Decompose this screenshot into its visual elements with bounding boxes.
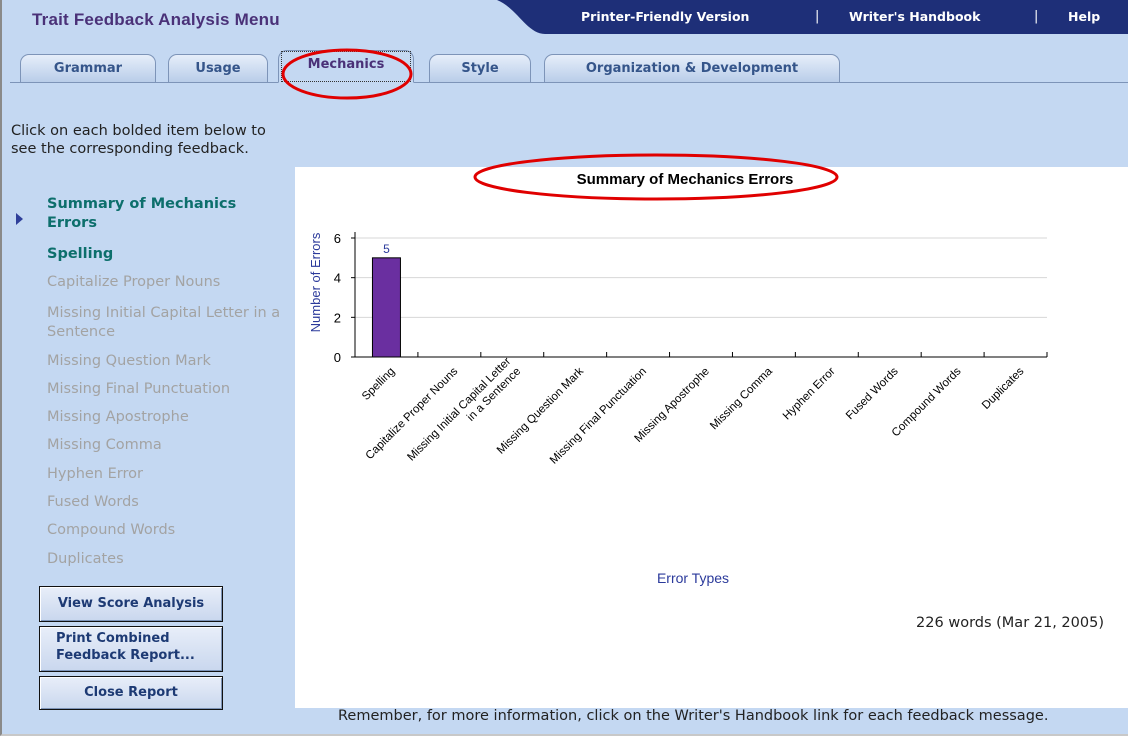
bar-0 [371,257,401,358]
nav-separator: | [815,9,820,24]
x-category-text: Compound Words [890,365,964,439]
x-category-text: Fused Words [844,365,901,422]
sidebar-item-capitalize-proper-nouns: Capitalize Proper Nouns [47,274,221,290]
bar-data-label: 5 [383,242,390,256]
sidebar-item-missing-final-punctuation: Missing Final Punctuation [47,381,231,397]
tab-mechanics[interactable]: Mechanics [278,50,414,83]
tab-style[interactable]: Style [429,54,531,82]
title-bar: Trait Feedback Analysis Menu Printer-Fri… [2,0,1128,36]
close-report-button[interactable]: Close Report [39,676,223,710]
x-category-text: Hyphen Error [781,365,838,422]
printer-friendly-link[interactable]: Printer-Friendly Version [581,9,749,24]
report-window: Trait Feedback Analysis Menu Printer-Fri… [0,0,1128,736]
sidebar-item-missing-apostrophe: Missing Apostrophe [47,409,189,425]
x-category-label-7: Hyphen Error [781,365,838,422]
sidebar-item-fused-words: Fused Words [47,494,139,510]
app-title: Trait Feedback Analysis Menu [32,10,280,29]
x-category-label-8: Fused Words [844,365,901,422]
y-tick-label: 6 [334,231,341,246]
x-category-label-6: Missing Comma [708,365,775,432]
trait-tabs: Grammar Usage Mechanics Style Organizati… [2,36,1128,87]
tab-usage[interactable]: Usage [168,54,268,82]
tab-organization-development[interactable]: Organization & Development [544,54,840,82]
nav-separator: | [1034,9,1039,24]
sidebar-item-compound-words: Compound Words [47,522,176,538]
x-category-text: Missing Comma [708,365,775,432]
y-tick-label: 4 [334,271,341,286]
selected-item-arrow-icon [16,213,23,225]
x-axis-label: Error Types [657,570,729,586]
sidebar-item-summary[interactable]: Summary of Mechanics Errors [47,195,287,233]
word-count-date: 226 words (Mar 21, 2005) [916,615,1104,631]
print-combined-report-button[interactable]: Print Combined Feedback Report... [39,626,223,672]
handbook-reminder-note: Remember, for more information, click on… [338,708,1049,724]
y-axis-label: Number of Errors [308,232,323,332]
sidebar-item-missing-comma: Missing Comma [47,437,162,453]
x-category-label-10: Duplicates [980,365,1027,412]
top-nav-bar: Printer-Friendly Version | Writer's Hand… [497,0,1128,36]
x-category-label-9: Compound Words [890,365,964,439]
chart-title: Summary of Mechanics Errors [577,171,794,188]
x-category-label-2: Missing Initial Capital Letterin a Sente… [405,355,523,463]
help-link[interactable]: Help [1068,9,1100,24]
tab-grammar[interactable]: Grammar [20,54,156,82]
sidebar-item-hyphen-error: Hyphen Error [47,466,143,482]
sidebar-item-missing-question-mark: Missing Question Mark [47,353,211,369]
y-tick-label: 0 [334,350,341,365]
sidebar-item-missing-initial-capital: Missing Initial Capital Letter in a Sent… [47,305,281,340]
sidebar-item-spelling[interactable]: Spelling [47,245,287,264]
sidebar-item-duplicates: Duplicates [47,551,124,567]
writers-handbook-link[interactable]: Writer's Handbook [849,9,980,24]
view-score-analysis-button[interactable]: View Score Analysis [39,586,223,622]
x-category-text: Spelling [360,365,397,402]
instructions-text: Click on each bolded item below to see t… [11,123,266,157]
x-category-label-0: Spelling [360,365,397,402]
x-category-text: Duplicates [980,365,1027,412]
content-panel: Summary of Mechanics Errors 0 2 4 6 5 Spelling… [295,167,1128,708]
tab-baseline [10,82,1128,83]
y-tick-label: 2 [334,310,341,325]
